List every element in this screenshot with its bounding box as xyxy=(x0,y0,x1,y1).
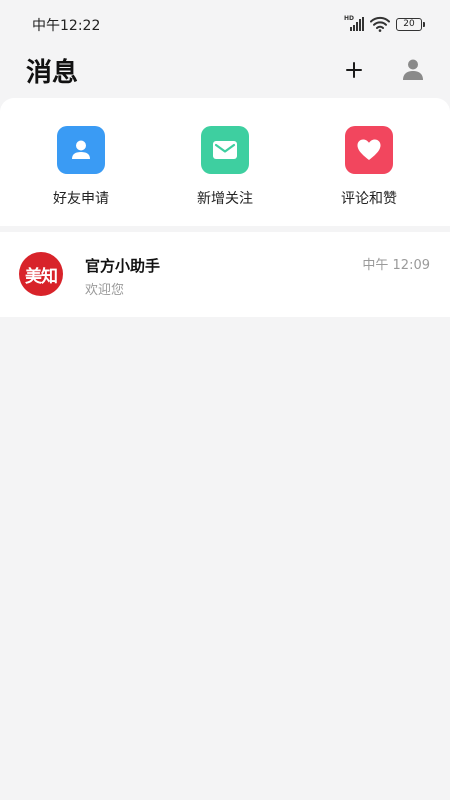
quick-actions-card: 好友申请 新增关注 评论和赞 xyxy=(0,98,450,226)
comments-likes-icon xyxy=(345,126,393,174)
battery-icon: 20 xyxy=(396,17,425,31)
quick-action-new-followers[interactable]: 新增关注 xyxy=(175,126,275,216)
heart-icon xyxy=(357,139,381,160)
battery-level: 20 xyxy=(403,18,415,29)
user-icon xyxy=(403,59,423,80)
new-follower-icon xyxy=(201,126,249,174)
network-badge: HD xyxy=(344,15,355,22)
profile-button[interactable] xyxy=(398,54,428,84)
avatar-text: 美知 xyxy=(25,266,58,287)
user-icon xyxy=(72,140,90,159)
quick-action-label: 评论和赞 xyxy=(341,191,397,207)
status-time: 中午12:22 xyxy=(32,18,101,34)
quick-action-comments-likes[interactable]: 评论和赞 xyxy=(319,126,419,216)
quick-action-label: 新增关注 xyxy=(197,191,253,207)
message-time: 中午 12:09 xyxy=(362,258,430,273)
friend-request-icon xyxy=(57,126,105,174)
plus-icon xyxy=(346,62,362,78)
list-item[interactable]: 美知 官方小助手 欢迎您 中午 12:09 xyxy=(0,232,450,317)
mail-icon xyxy=(213,141,237,159)
status-icons: HD 20 xyxy=(344,14,425,34)
message-list: 美知 官方小助手 欢迎您 中午 12:09 xyxy=(0,232,450,317)
quick-action-friend-requests[interactable]: 好友申请 xyxy=(31,126,131,216)
signal-icon: HD xyxy=(344,15,364,32)
add-button[interactable] xyxy=(340,56,368,84)
header: 消息 xyxy=(0,48,450,98)
page-title: 消息 xyxy=(26,58,79,88)
status-bar: 中午12:22 HD 20 xyxy=(0,0,450,48)
message-sender-name: 官方小助手 xyxy=(85,257,161,275)
avatar: 美知 xyxy=(19,252,63,296)
message-preview: 欢迎您 xyxy=(85,283,125,298)
quick-action-label: 好友申请 xyxy=(53,191,109,207)
wifi-icon xyxy=(370,16,390,32)
